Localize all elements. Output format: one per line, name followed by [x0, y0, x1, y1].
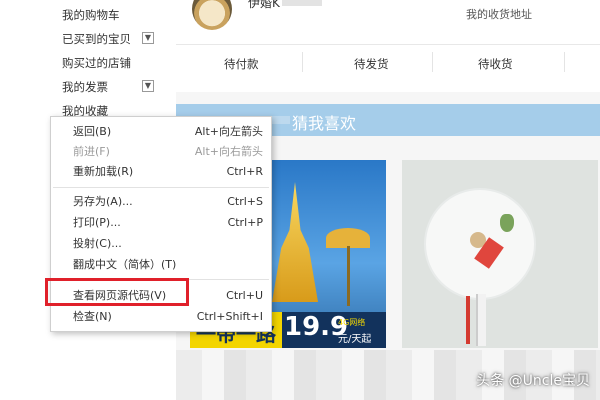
menu-item-translate[interactable]: 翻成中文（简体）(T)	[73, 256, 263, 274]
tab-separator	[302, 52, 303, 72]
tab-separator	[564, 52, 565, 72]
menu-item-label: 检查(N)	[73, 310, 112, 323]
menu-item-label: 打印(P)...	[73, 216, 121, 229]
menu-item-shortcut: Ctrl+S	[227, 195, 263, 208]
menu-item-label: 另存为(A)...	[73, 195, 133, 208]
address-link[interactable]: 我的收货地址	[466, 6, 532, 22]
chevron-down-icon[interactable]: ▼	[142, 32, 154, 44]
promo-unit: 元/天起	[338, 334, 372, 345]
recommend-title: 猜我喜欢	[292, 114, 357, 133]
tab-separator	[432, 52, 433, 72]
profile-card	[176, 0, 600, 92]
menu-item-shortcut: Ctrl+Shift+I	[196, 310, 263, 323]
menu-item-print[interactable]: 打印(P)... Ctrl+P	[73, 214, 263, 232]
tab-pending-receipt[interactable]: 待收货	[478, 56, 513, 72]
menu-item-reload[interactable]: 重新加载(R) Ctrl+R	[73, 163, 263, 181]
tab-pending-shipment[interactable]: 待发货	[354, 56, 389, 72]
sidebar-item-shops[interactable]: 购买过的店铺	[62, 54, 131, 72]
umbrella-image	[326, 228, 370, 248]
menu-item-shortcut: Ctrl+R	[226, 165, 263, 178]
menu-item-forward[interactable]: 前进(F) Alt+向右箭头	[73, 143, 263, 161]
chevron-down-icon[interactable]: ▼	[142, 80, 154, 92]
menu-item-label: 返回(B)	[73, 125, 112, 138]
highlight-box	[45, 278, 189, 306]
menu-item-inspect[interactable]: 检查(N) Ctrl+Shift+I	[73, 308, 263, 326]
menu-item-back[interactable]: 返回(B) Alt+向左箭头	[73, 123, 263, 141]
menu-item-cast[interactable]: 投射(C)...	[73, 235, 263, 253]
menu-item-label: 重新加载(R)	[73, 165, 134, 178]
fan-decoration	[500, 214, 514, 232]
menu-item-shortcut: Alt+向右箭头	[194, 145, 263, 158]
fan-stand-accent	[466, 296, 470, 344]
fan-stand	[476, 294, 486, 346]
watermark: 头条 @Uncle宝贝	[476, 373, 590, 389]
sidebar-item-invoice[interactable]: 我的发票	[62, 78, 108, 96]
username-blur	[282, 0, 322, 6]
sidebar-item-cart[interactable]: 我的购物车	[62, 6, 120, 24]
promo-badge: 4G网络	[338, 318, 366, 327]
menu-item-label: 翻成中文（简体）(T)	[73, 258, 177, 271]
menu-item-label: 前进(F)	[73, 145, 110, 158]
menu-item-save-as[interactable]: 另存为(A)... Ctrl+S	[73, 193, 263, 211]
sidebar-item-purchased[interactable]: 已买到的宝贝	[62, 30, 131, 48]
menu-item-shortcut: Ctrl+U	[226, 289, 263, 302]
menu-item-shortcut: Alt+向左箭头	[194, 125, 263, 138]
tab-pending-payment[interactable]: 待付款	[224, 56, 259, 72]
umbrella-pole	[347, 246, 350, 306]
menu-separator	[53, 187, 269, 188]
menu-item-label: 投射(C)...	[73, 237, 122, 250]
menu-item-shortcut: Ctrl+P	[227, 216, 263, 229]
username: 伊婚K	[248, 0, 280, 10]
divider	[176, 44, 600, 45]
